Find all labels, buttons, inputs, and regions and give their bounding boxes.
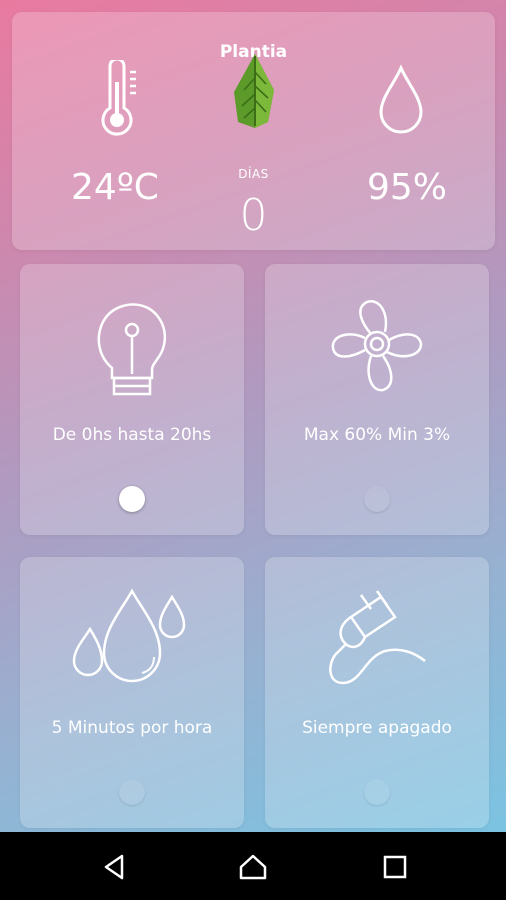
light-schedule-label: De 0hs hasta 20hs <box>52 425 212 445</box>
app-screen: Plantia 24ºC DÍAS 0 95% De 0hs hasta 20h… <box>0 0 506 832</box>
plant-leaf-icon <box>234 54 274 128</box>
power-toggle[interactable] <box>364 779 390 805</box>
plant-status-card: Plantia 24ºC DÍAS 0 95% <box>12 12 495 250</box>
recents-icon[interactable] <box>380 852 410 882</box>
fan-toggle[interactable] <box>364 486 390 512</box>
thermometer-icon <box>101 60 136 136</box>
power-status-label: Siempre apagado <box>302 718 452 738</box>
irrigation-control-card[interactable]: 5 Minutos por hora <box>20 557 244 828</box>
home-icon[interactable] <box>238 852 268 882</box>
light-control-card[interactable]: De 0hs hasta 20hs <box>20 264 244 535</box>
back-icon[interactable] <box>100 852 130 882</box>
water-drops-icon <box>72 588 186 683</box>
power-control-card[interactable]: Siempre apagado <box>265 557 489 828</box>
humidity-drop-icon <box>379 64 423 134</box>
system-navigation-bar <box>0 832 506 900</box>
fan-icon <box>331 300 423 392</box>
light-toggle[interactable] <box>119 486 145 512</box>
fan-control-card[interactable]: Max 60% Min 3% <box>265 264 489 535</box>
humidity-value: 95% <box>366 167 447 208</box>
fan-range-label: Max 60% Min 3% <box>303 425 451 445</box>
irrigation-schedule-label: 5 Minutos por hora <box>51 718 213 738</box>
light-bulb-icon <box>97 303 166 396</box>
irrigation-toggle[interactable] <box>119 779 145 805</box>
power-plug-icon <box>329 590 426 685</box>
